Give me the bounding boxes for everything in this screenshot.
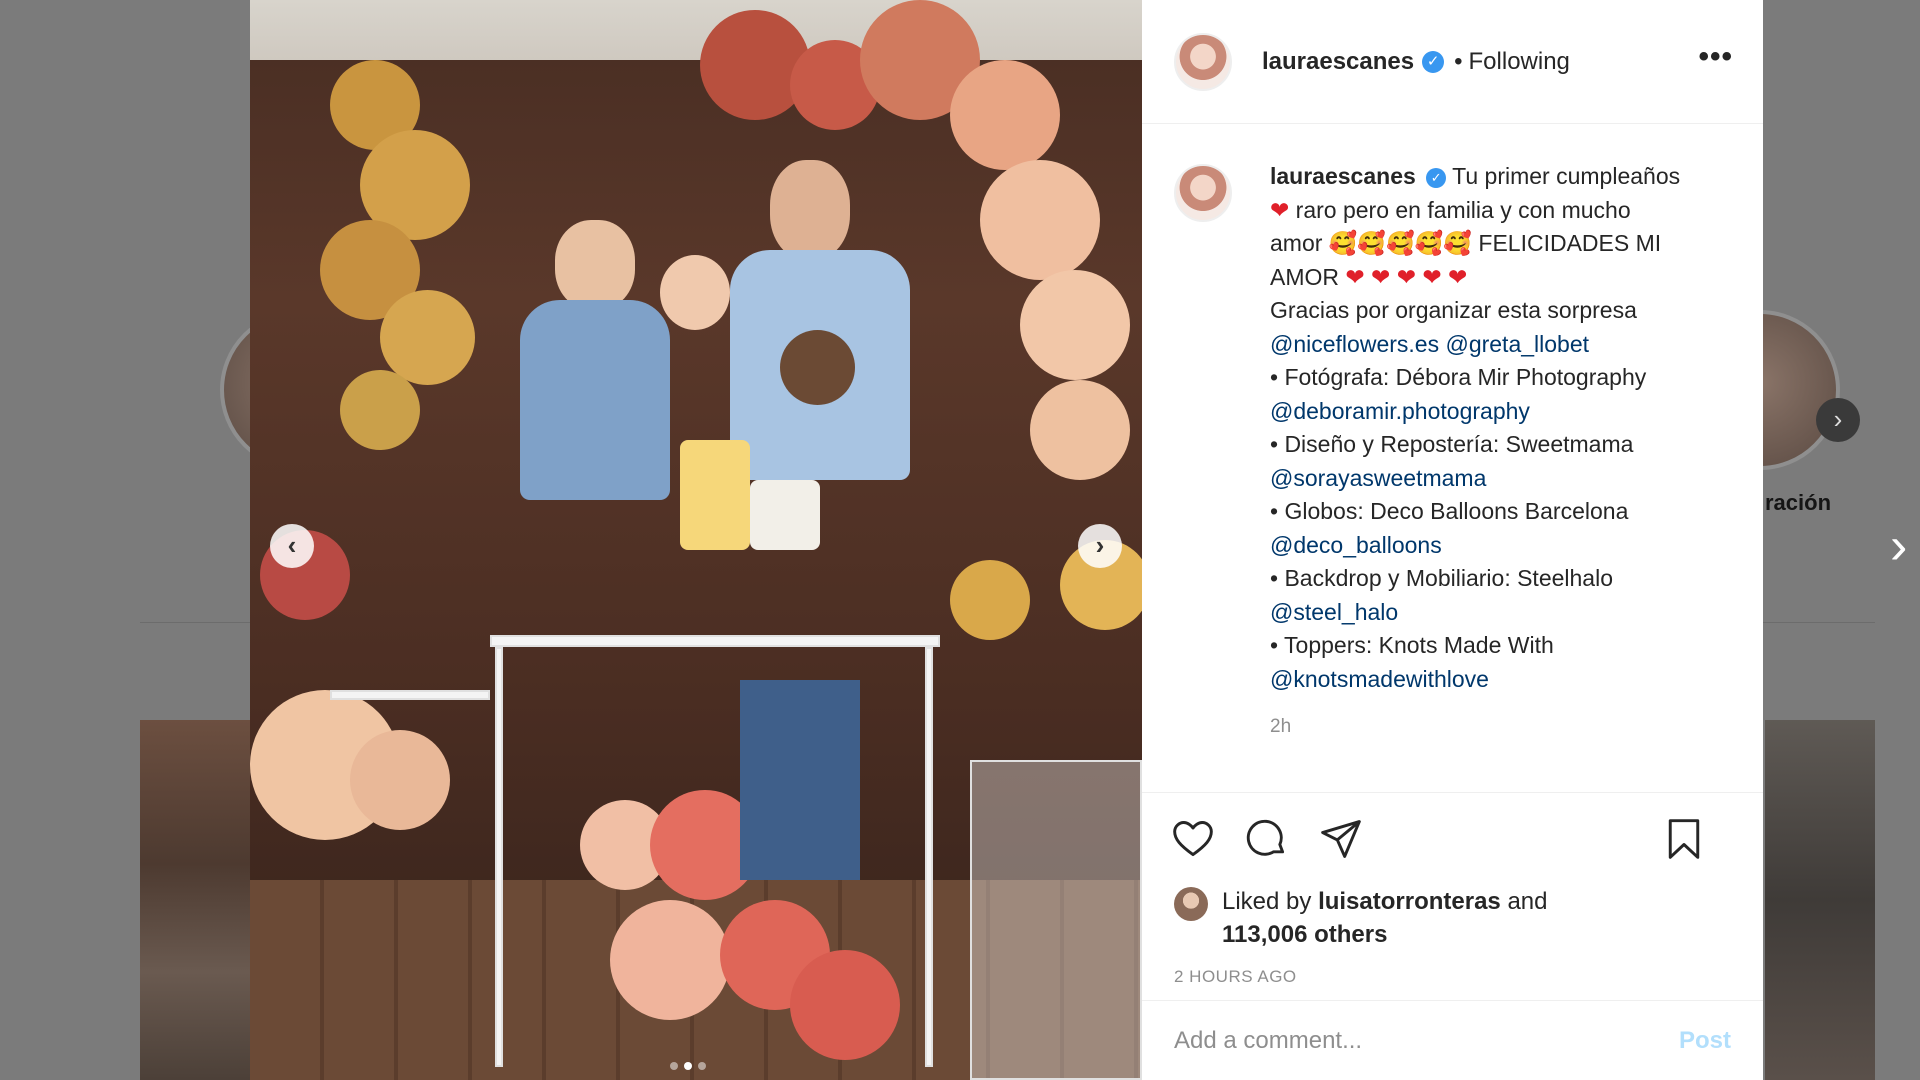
post-sidebar: lauraescanes ✓ • Following ••• lauraesca… <box>1142 0 1763 1080</box>
caption-text: lauraescanes ✓ Tu primer cumpleaños ❤ ra… <box>1270 160 1744 696</box>
table-leg <box>925 647 933 1067</box>
table-leg <box>495 647 503 1067</box>
caption-line: • Toppers: Knots Made With <box>1270 632 1554 658</box>
caption-line: AMOR <box>1270 263 1339 290</box>
caption-line: FELICIDADES MI <box>1478 230 1662 256</box>
person-head <box>770 160 850 260</box>
comment-input[interactable] <box>1174 1026 1679 1055</box>
caption-line: • Diseño y Repostería: Sweetmama <box>1270 431 1634 457</box>
background-thumbnail <box>140 720 250 1080</box>
caption-avatar[interactable] <box>1174 164 1232 222</box>
balloon <box>1030 380 1130 480</box>
action-bar <box>1142 793 1763 885</box>
likes-text: Liked by luisatorronteras and 113,006 ot… <box>1222 885 1548 951</box>
comment-button[interactable] <box>1244 816 1290 862</box>
birthday-cake <box>750 480 820 550</box>
smiling-hearts-emoji-icon: 🥰🥰🥰🥰🥰 <box>1328 230 1472 256</box>
mention-link[interactable]: @knotsmadewithlove <box>1270 666 1489 692</box>
mention-link[interactable]: @deboramir.photography <box>1270 398 1530 424</box>
dessert-table-top <box>490 635 940 647</box>
carousel-indicator <box>670 1062 706 1070</box>
avatar[interactable] <box>1174 32 1232 91</box>
background-story-label: ración <box>1765 490 1832 515</box>
caption-line: Gracias por organizar esta sorpresa <box>1270 297 1637 323</box>
liker-avatar[interactable] <box>1174 887 1208 921</box>
balloon <box>950 60 1060 170</box>
post-actions-section: Liked by luisatorronteras and 113,006 ot… <box>1142 792 1763 987</box>
balloon <box>610 900 730 1020</box>
caption-line: • Globos: Deco Balloons Barcelona <box>1270 498 1629 524</box>
caption-line: Tu primer cumpleaños <box>1452 163 1681 189</box>
side-table-top <box>330 690 490 700</box>
balloon <box>380 290 475 385</box>
mention-link[interactable]: @niceflowers.es <box>1270 331 1439 357</box>
balloon <box>340 370 420 450</box>
send-icon <box>1321 820 1361 858</box>
caption-line: amor <box>1270 230 1323 256</box>
mention-link[interactable]: @sorayasweetmama <box>1270 465 1486 491</box>
mention-link[interactable]: @steel_halo <box>1270 599 1398 625</box>
red-heart-emoji-icon: ❤ ❤ ❤ ❤ ❤ <box>1345 263 1468 290</box>
caption-line: raro pero en familia y con mucho <box>1295 196 1631 223</box>
verified-badge-icon: ✓ <box>1422 50 1445 73</box>
wire-display-stand <box>970 760 1142 1080</box>
person-head <box>555 220 635 310</box>
liker-username[interactable]: luisatorronteras <box>1318 888 1501 915</box>
caption-username[interactable]: lauraescanes <box>1270 163 1416 189</box>
balloon <box>980 160 1100 280</box>
post-header: lauraescanes ✓ • Following ••• <box>1142 0 1763 124</box>
carousel-dot <box>670 1062 678 1070</box>
post-comment-button[interactable]: Post <box>1679 1027 1731 1055</box>
likes-and: and <box>1507 888 1548 915</box>
heart-emoji-icon: ❤ <box>1270 196 1290 223</box>
heart-icon <box>1173 821 1213 857</box>
mention-link[interactable]: @greta_llobet <box>1445 331 1589 357</box>
carousel-dot-active <box>684 1062 692 1070</box>
likes-count[interactable]: 113,006 others <box>1222 921 1387 948</box>
verified-badge-icon: ✓ <box>1426 167 1447 188</box>
likes-prefix: Liked by <box>1222 888 1312 915</box>
mention-link[interactable]: @deco_balloons <box>1270 532 1442 558</box>
carousel-prev-button[interactable]: ‹ <box>270 524 314 568</box>
caption-line: • Backdrop y Mobiliario: Steelhalo <box>1270 565 1614 591</box>
bookmark-icon <box>1668 819 1700 859</box>
post-photo: ‹ › <box>250 0 1142 1080</box>
emoji-face <box>780 330 855 405</box>
author-username[interactable]: lauraescanes <box>1262 48 1414 76</box>
follow-separator: • <box>1454 47 1463 75</box>
comment-form: Post <box>1142 1000 1763 1080</box>
post-modal: ‹ › lauraescanes ✓ • Following ••• laura… <box>250 0 1763 1080</box>
balloon <box>350 730 450 830</box>
following-button[interactable]: Following <box>1469 48 1570 76</box>
person-body <box>520 300 670 500</box>
comment-icon <box>1246 819 1285 856</box>
caption-line: • Fotógrafa: Débora Mir Photography <box>1270 364 1647 390</box>
balloon <box>790 950 900 1060</box>
save-button[interactable] <box>1661 816 1707 862</box>
balloon <box>950 560 1030 640</box>
balloon <box>1020 270 1130 380</box>
carousel-next-button[interactable]: › <box>1078 524 1122 568</box>
caption-timestamp[interactable]: 2h <box>1270 716 1744 738</box>
more-options-icon[interactable]: ••• <box>1698 40 1733 74</box>
like-button[interactable] <box>1170 816 1216 862</box>
person-legs <box>740 680 860 880</box>
birthday-cake <box>680 440 750 550</box>
background-next-icon: › <box>1816 398 1860 442</box>
post-caption: lauraescanes ✓ Tu primer cumpleaños ❤ ra… <box>1174 160 1744 738</box>
modal-next-post-icon[interactable]: › <box>1890 520 1907 572</box>
memoji-face <box>660 255 730 330</box>
share-button[interactable] <box>1318 816 1364 862</box>
background-thumbnail <box>1765 720 1875 1080</box>
carousel-dot <box>698 1062 706 1070</box>
likes-summary: Liked by luisatorronteras and 113,006 ot… <box>1142 885 1763 951</box>
post-timestamp[interactable]: 2 HOURS AGO <box>1142 967 1763 987</box>
